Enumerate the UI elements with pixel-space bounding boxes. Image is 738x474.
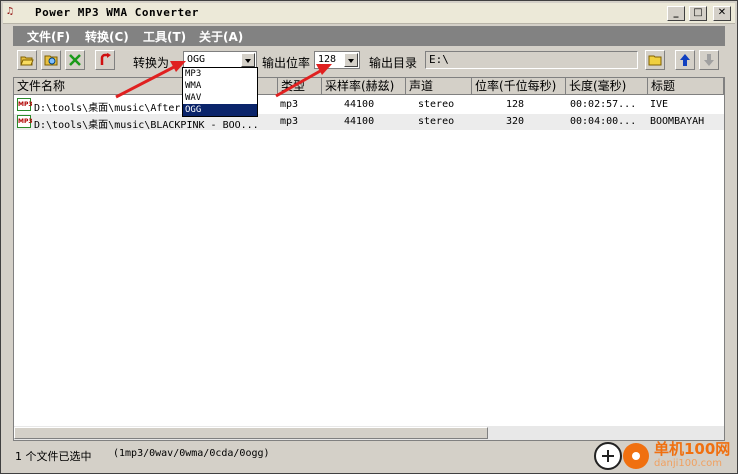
annotation-arrows <box>115 61 332 99</box>
watermark-text: 单机100网 <box>654 440 731 458</box>
red-arrow-icon <box>275 64 332 98</box>
watermark-sub: danji100.com <box>654 458 722 469</box>
red-arrow-icon <box>115 61 186 99</box>
watermark-logo-icon <box>594 442 649 470</box>
watermark: 单机100网 danji100.com <box>592 438 738 474</box>
